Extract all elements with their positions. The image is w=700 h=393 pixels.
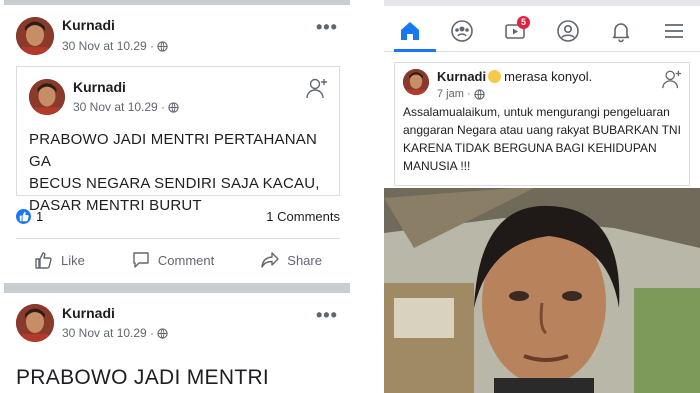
menu-icon: [665, 24, 683, 38]
like-reaction-icon: [16, 209, 31, 224]
status-strip: [384, 0, 700, 6]
nav-groups[interactable]: [447, 16, 477, 46]
avatar[interactable]: [29, 79, 65, 115]
post-text-line: PRABOWO JADI MENTRI PERTAHANAN GA: [29, 131, 317, 170]
shared-post-text: PRABOWO JADI MENTRI PERTAHANAN GA BECUS …: [29, 129, 339, 217]
groups-icon: [451, 20, 473, 42]
author-name[interactable]: Kurnadi: [62, 17, 115, 33]
home-icon: [401, 22, 419, 40]
author-name[interactable]: Kurnadi: [437, 69, 486, 84]
post-text-line: BECUS NEGARA SENDIRI SAJA KACAU,: [29, 175, 320, 192]
notifications-icon: [612, 23, 630, 43]
globe-icon: [473, 88, 485, 100]
share-icon: [261, 252, 279, 268]
post-timestamp[interactable]: 30 Nov at 10.29 ·: [62, 39, 154, 53]
share-button[interactable]: Share: [260, 250, 322, 270]
nav-watch[interactable]: 5: [500, 16, 530, 46]
nav-menu[interactable]: [659, 16, 689, 46]
post-text: PRABOWO JADI MENTRI: [16, 366, 270, 389]
post-timestamp[interactable]: 7 jam ·: [437, 88, 471, 100]
add-friend-icon[interactable]: [305, 76, 329, 100]
post-text: Assalamualaikum, untuk mengurangi pengel…: [403, 105, 681, 173]
comments-count[interactable]: 1 Comments: [266, 209, 340, 224]
profile-icon: [557, 20, 579, 42]
reactions-summary[interactable]: 1 1 Comments: [16, 206, 340, 228]
top-nav-bar: 5: [384, 10, 700, 52]
feeling-text: merasa konyol.: [504, 69, 593, 84]
comment-icon: [133, 252, 149, 268]
watch-badge: 5: [517, 16, 530, 29]
avatar[interactable]: [16, 304, 54, 342]
more-dots-icon[interactable]: •••: [316, 18, 338, 36]
post-meta: 30 Nov at 10.29 ·: [62, 39, 168, 53]
avatar[interactable]: [403, 69, 429, 95]
post-photo[interactable]: [384, 188, 700, 393]
post-actions: Like Comment Share: [16, 244, 340, 276]
feeling-emoji-icon: [488, 70, 502, 83]
post-timestamp[interactable]: 30 Nov at 10.29 ·: [62, 326, 154, 340]
add-friend-icon[interactable]: [661, 68, 683, 90]
shared-post-meta: 30 Nov at 10.29 ·: [73, 100, 179, 114]
right-post-panel: 5 Kurnadi merasa konyol. 7 jam · Assalamu…: [384, 0, 700, 393]
divider: [16, 238, 340, 239]
post-meta: 7 jam ·: [437, 88, 485, 100]
post-card[interactable]: Kurnadi merasa konyol. 7 jam · Assalamual…: [394, 62, 690, 186]
globe-icon: [157, 40, 168, 52]
thumbs-up-icon: [35, 252, 52, 269]
nav-notifications[interactable]: [606, 16, 636, 46]
shared-post-card[interactable]: Kurnadi 30 Nov at 10.29 · PRABOWO JADI M…: [16, 66, 340, 214]
author-name[interactable]: Kurnadi: [62, 305, 115, 321]
more-dots-icon[interactable]: •••: [316, 306, 338, 324]
share-label: Share: [287, 252, 322, 268]
avatar[interactable]: [16, 17, 54, 55]
shared-post-timestamp[interactable]: 30 Nov at 10.29 ·: [73, 100, 165, 114]
nav-home[interactable]: [395, 16, 425, 46]
comment-label: Comment: [157, 252, 215, 268]
like-button[interactable]: Like: [34, 250, 85, 270]
active-tab-indicator: [394, 49, 436, 52]
comment-button[interactable]: Comment: [131, 250, 214, 270]
top-separator: [4, 0, 350, 5]
globe-icon: [168, 101, 179, 113]
reaction-count[interactable]: 1: [36, 209, 43, 224]
globe-icon: [157, 327, 168, 339]
post-header: Kurnadi merasa konyol.: [437, 69, 592, 84]
nav-profile[interactable]: [553, 16, 583, 46]
post-meta: 30 Nov at 10.29 ·: [62, 326, 168, 340]
left-post-panel: Kurnadi 30 Nov at 10.29 · ••• Kurnadi 30…: [0, 0, 350, 393]
shared-author-name[interactable]: Kurnadi: [73, 79, 126, 95]
like-label: Like: [61, 252, 85, 268]
post-separator: [4, 283, 350, 293]
